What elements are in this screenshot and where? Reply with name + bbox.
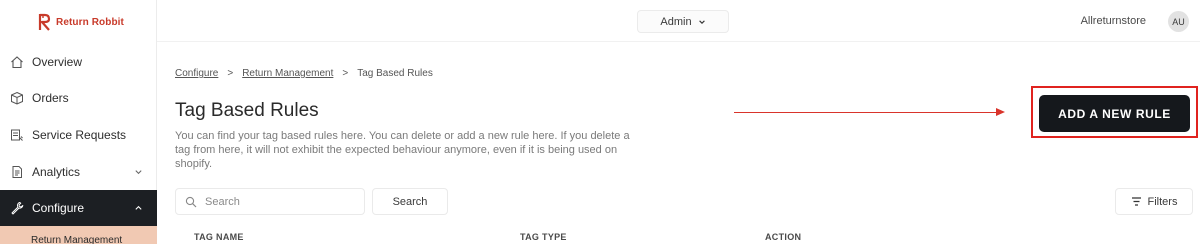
sidebar: Return Robbit Overview Orders Service Re… [0,0,157,244]
breadcrumb-current: Tag Based Rules [357,68,433,79]
wrench-icon [10,201,24,215]
sidebar-item-label: Overview [32,55,83,69]
sidebar-item-label: Configure [32,201,85,215]
sidebar-item-label: Analytics [32,165,81,179]
filter-icon [1131,197,1141,206]
search-button[interactable]: Search [372,188,448,215]
breadcrumb: Configure > Return Management > Tag Base… [175,68,433,79]
column-header-action: ACTION [765,232,802,242]
brand-name: Return Robbit [56,16,124,28]
breadcrumb-configure[interactable]: Configure [175,68,218,79]
column-header-tag-name[interactable]: TAG NAME [194,232,244,242]
search-icon [185,196,197,207]
avatar[interactable]: AU [1168,11,1189,32]
top-header: Admin Allreturnstore AU [157,0,1200,42]
annotation-arrow-line [734,112,998,113]
chevron-down-icon [698,19,705,24]
rabbit-logo-icon [38,13,51,31]
annotation-arrow-head [996,108,1005,116]
search-input[interactable] [205,195,355,208]
role-dropdown-value: Admin [660,15,692,28]
breadcrumb-separator: > [342,68,349,79]
filters-button[interactable]: Filters [1115,188,1193,215]
home-icon [10,55,24,69]
sidebar-item-label: Service Requests [32,128,127,142]
filters-button-label: Filters [1147,195,1178,208]
sidebar-item-label: Orders [32,91,69,105]
service-requests-icon [10,128,24,142]
page-description: You can find your tag based rules here. … [175,130,630,170]
column-header-tag-type[interactable]: TAG TYPE [520,232,567,242]
sidebar-item-configure[interactable]: Configure [0,190,157,226]
document-icon [10,165,24,179]
sidebar-item-analytics[interactable]: Analytics [0,154,157,190]
sidebar-item-service-requests[interactable]: Service Requests [0,117,157,153]
breadcrumb-return-management[interactable]: Return Management [242,68,333,79]
role-dropdown[interactable]: Admin [637,10,729,33]
search-field[interactable] [175,188,365,215]
add-new-rule-button[interactable]: ADD A NEW RULE [1039,95,1190,132]
chevron-up-icon [135,205,142,210]
store-name[interactable]: Allreturnstore [1081,15,1146,27]
sidebar-item-overview[interactable]: Overview [0,44,157,80]
sidebar-item-orders[interactable]: Orders [0,80,157,116]
page-title: Tag Based Rules [175,100,319,121]
sidebar-subitem-return-management[interactable]: Return Management [0,226,157,244]
chevron-down-icon [135,170,142,175]
brand-logo[interactable]: Return Robbit [38,13,124,31]
box-icon [10,91,24,105]
breadcrumb-separator: > [227,68,234,79]
